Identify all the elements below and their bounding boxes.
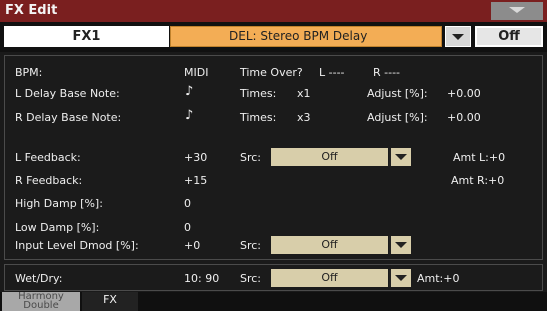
tab-harmony-double[interactable]: Harmony Double [2, 292, 80, 311]
input-src-select[interactable]: Off [271, 236, 388, 254]
l-adjust-value[interactable]: +0.00 [447, 87, 481, 100]
chevron-down-icon [395, 154, 407, 160]
chevron-down-icon [509, 7, 525, 13]
parameter-panel: BPM: MIDI Time Over? L ---- R ---- L Del… [4, 55, 543, 260]
page-menu-button[interactable] [491, 2, 543, 20]
input-level-value[interactable]: +0 [184, 239, 200, 252]
feedback-src-label: Src: [240, 151, 262, 164]
fx-off-button[interactable]: Off [475, 26, 543, 47]
l-times-value[interactable]: x1 [297, 87, 311, 100]
l-feedback-value[interactable]: +30 [184, 151, 207, 164]
tab-double-label: Double [23, 300, 59, 311]
r-feedback-value[interactable]: +15 [184, 174, 207, 187]
fx-type-dropdown-button[interactable] [445, 26, 471, 47]
wet-dry-src-label: Src: [240, 272, 262, 285]
low-damp-label: Low Damp [%]: [15, 221, 100, 234]
r-adjust-label: Adjust [%]: [367, 111, 428, 124]
l-feedback-label: L Feedback: [15, 151, 81, 164]
chevron-down-icon [452, 34, 464, 40]
r-delay-note-icon[interactable]: ♪ [185, 108, 193, 123]
l-times-label: Times: [240, 87, 277, 100]
amt-r-value[interactable]: Amt R:+0 [451, 174, 504, 187]
wet-dry-value[interactable]: 10: 90 [184, 272, 219, 285]
l-delay-note-icon[interactable]: ♪ [185, 84, 193, 99]
fx-type-select[interactable]: DEL: Stereo BPM Delay [170, 26, 442, 47]
wet-dry-label: Wet/Dry: [15, 272, 63, 285]
feedback-src-dropdown[interactable] [389, 148, 411, 166]
bottom-tab-bar: Harmony Double FX [0, 292, 547, 311]
wet-dry-panel: Wet/Dry: 10: 90 Src: Off Amt:+0 [4, 264, 543, 291]
l-delay-label: L Delay Base Note: [15, 87, 120, 100]
input-src-dropdown[interactable] [389, 236, 411, 254]
r-adjust-value[interactable]: +0.00 [447, 111, 481, 124]
high-damp-label: High Damp [%]: [15, 197, 103, 210]
feedback-src-select[interactable]: Off [271, 148, 388, 166]
wet-dry-src-select[interactable]: Off [271, 269, 388, 287]
wet-dry-amt[interactable]: Amt:+0 [417, 272, 459, 285]
r-delay-label: R Delay Base Note: [15, 111, 122, 124]
amt-l-value[interactable]: Amt L:+0 [453, 151, 505, 164]
title-bar: FX Edit [0, 0, 547, 22]
time-over-l: L ---- [319, 66, 345, 79]
bpm-value[interactable]: MIDI [184, 66, 208, 79]
chevron-down-icon [395, 275, 407, 281]
fx-header: FX1 DEL: Stereo BPM Delay Off [0, 22, 547, 52]
fx-slot-label[interactable]: FX1 [4, 26, 169, 47]
tab-fx[interactable]: FX [82, 292, 138, 311]
r-feedback-label: R Feedback: [15, 174, 83, 187]
high-damp-value[interactable]: 0 [184, 197, 191, 210]
input-src-label: Src: [240, 239, 262, 252]
time-over-label: Time Over? [240, 66, 303, 79]
low-damp-value[interactable]: 0 [184, 221, 191, 234]
r-times-label: Times: [240, 111, 277, 124]
chevron-down-icon [395, 242, 407, 248]
input-level-label: Input Level Dmod [%]: [15, 239, 139, 252]
r-times-value[interactable]: x3 [297, 111, 311, 124]
time-over-r: R ---- [373, 66, 401, 79]
l-adjust-label: Adjust [%]: [367, 87, 428, 100]
window-title: FX Edit [5, 3, 58, 18]
bpm-label: BPM: [15, 66, 43, 79]
wet-dry-src-dropdown[interactable] [389, 269, 411, 287]
